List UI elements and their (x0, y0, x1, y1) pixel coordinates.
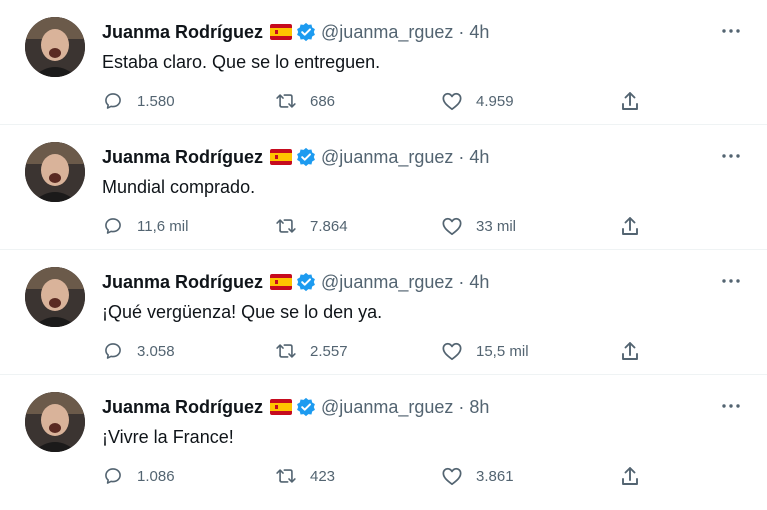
like-button[interactable]: 4.959 (441, 88, 514, 114)
like-count: 15,5 mil (476, 342, 529, 360)
retweet-button[interactable]: 2.557 (275, 338, 348, 364)
retweet-count: 423 (310, 467, 336, 485)
tweet[interactable]: Juanma Rodríguez @juanma_rguez · 4h ¡Qué… (0, 250, 767, 375)
spain-flag-icon (270, 399, 293, 415)
separator-dot: · (458, 21, 465, 42)
share-button[interactable] (619, 463, 641, 489)
verified-badge-icon (296, 272, 316, 292)
reply-count: 3.058 (137, 342, 175, 360)
reply-count: 1.086 (137, 467, 175, 485)
like-count: 33 mil (476, 217, 517, 235)
author-handle[interactable]: @juanma_rguez (321, 147, 453, 168)
retweet-button[interactable]: 7.864 (275, 213, 348, 239)
like-count: 3.861 (476, 467, 514, 485)
like-count: 4.959 (476, 92, 514, 110)
more-options-icon[interactable] (720, 148, 742, 164)
tweet-actions: 1.086 423 3.861 (102, 463, 642, 489)
avatar[interactable] (25, 17, 85, 77)
tweet-header: Juanma Rodríguez @juanma_rguez · 4h (102, 270, 489, 294)
tweet-text: ¡Qué vergüenza! Que se lo den ya. (102, 302, 383, 322)
share-button[interactable] (619, 338, 641, 364)
heart-icon (441, 465, 463, 487)
tweet-header: Juanma Rodríguez @juanma_rguez · 8h (102, 395, 489, 419)
author-handle[interactable]: @juanma_rguez (321, 22, 453, 43)
retweet-count: 7.864 (310, 217, 348, 235)
verified-badge-icon (296, 397, 316, 417)
author-handle[interactable]: @juanma_rguez (321, 272, 453, 293)
retweet-button[interactable]: 686 (275, 88, 335, 114)
more-options-icon[interactable] (720, 273, 742, 289)
timestamp[interactable]: 8h (469, 397, 489, 418)
retweet-icon (275, 465, 297, 487)
retweet-button[interactable]: 423 (275, 463, 335, 489)
heart-icon (441, 90, 463, 112)
heart-icon (441, 340, 463, 362)
like-button[interactable]: 15,5 mil (441, 338, 529, 364)
reply-icon (102, 215, 124, 237)
retweet-icon (275, 215, 297, 237)
tweet-header: Juanma Rodríguez @juanma_rguez · 4h (102, 145, 489, 169)
spain-flag-icon (270, 149, 293, 165)
separator-dot: · (458, 396, 465, 417)
tweet-text: Estaba claro. Que se lo entreguen. (102, 52, 381, 72)
share-icon (619, 465, 641, 487)
share-icon (619, 340, 641, 362)
timestamp[interactable]: 4h (469, 22, 489, 43)
reply-button[interactable]: 11,6 mil (102, 213, 188, 239)
reply-button[interactable]: 3.058 (102, 338, 175, 364)
share-button[interactable] (619, 213, 641, 239)
author-name[interactable]: Juanma Rodríguez (102, 397, 263, 418)
separator-dot: · (458, 271, 465, 292)
reply-button[interactable]: 1.086 (102, 463, 175, 489)
tweet[interactable]: Juanma Rodríguez @juanma_rguez · 8h ¡Viv… (0, 375, 767, 500)
verified-badge-icon (296, 147, 316, 167)
reply-button[interactable]: 1.580 (102, 88, 175, 114)
heart-icon (441, 215, 463, 237)
avatar[interactable] (25, 142, 85, 202)
retweet-count: 686 (310, 92, 336, 110)
tweet-text: Mundial comprado. (102, 177, 256, 197)
author-handle[interactable]: @juanma_rguez (321, 397, 453, 418)
reply-count: 11,6 mil (137, 217, 189, 235)
more-options-icon[interactable] (720, 398, 742, 414)
author-name[interactable]: Juanma Rodríguez (102, 272, 263, 293)
avatar[interactable] (25, 392, 85, 452)
more-options-icon[interactable] (720, 23, 742, 39)
reply-icon (102, 340, 124, 362)
tweet-text: ¡Vivre la France! (102, 427, 234, 447)
reply-count: 1.580 (137, 92, 175, 110)
retweet-icon (275, 90, 297, 112)
tweet-actions: 11,6 mil 7.864 33 mil (102, 213, 642, 239)
author-name[interactable]: Juanma Rodríguez (102, 147, 263, 168)
tweet[interactable]: Juanma Rodríguez @juanma_rguez · 4h Mund… (0, 125, 767, 250)
separator-dot: · (458, 146, 465, 167)
tweet-actions: 1.580 686 4.959 (102, 88, 642, 114)
share-icon (619, 90, 641, 112)
spain-flag-icon (270, 274, 293, 290)
avatar[interactable] (25, 267, 85, 327)
timestamp[interactable]: 4h (469, 272, 489, 293)
retweet-icon (275, 340, 297, 362)
verified-badge-icon (296, 22, 316, 42)
share-button[interactable] (619, 88, 641, 114)
tweet-feed: Juanma Rodríguez @juanma_rguez · 4h Esta… (0, 0, 767, 510)
like-button[interactable]: 33 mil (441, 213, 516, 239)
like-button[interactable]: 3.861 (441, 463, 514, 489)
tweet[interactable]: Juanma Rodríguez @juanma_rguez · 4h Esta… (0, 0, 767, 125)
timestamp[interactable]: 4h (469, 147, 489, 168)
reply-icon (102, 465, 124, 487)
tweet-header: Juanma Rodríguez @juanma_rguez · 4h (102, 20, 489, 44)
share-icon (619, 215, 641, 237)
spain-flag-icon (270, 24, 293, 40)
reply-icon (102, 90, 124, 112)
retweet-count: 2.557 (310, 342, 348, 360)
tweet-actions: 3.058 2.557 15,5 mil (102, 338, 642, 364)
author-name[interactable]: Juanma Rodríguez (102, 22, 263, 43)
